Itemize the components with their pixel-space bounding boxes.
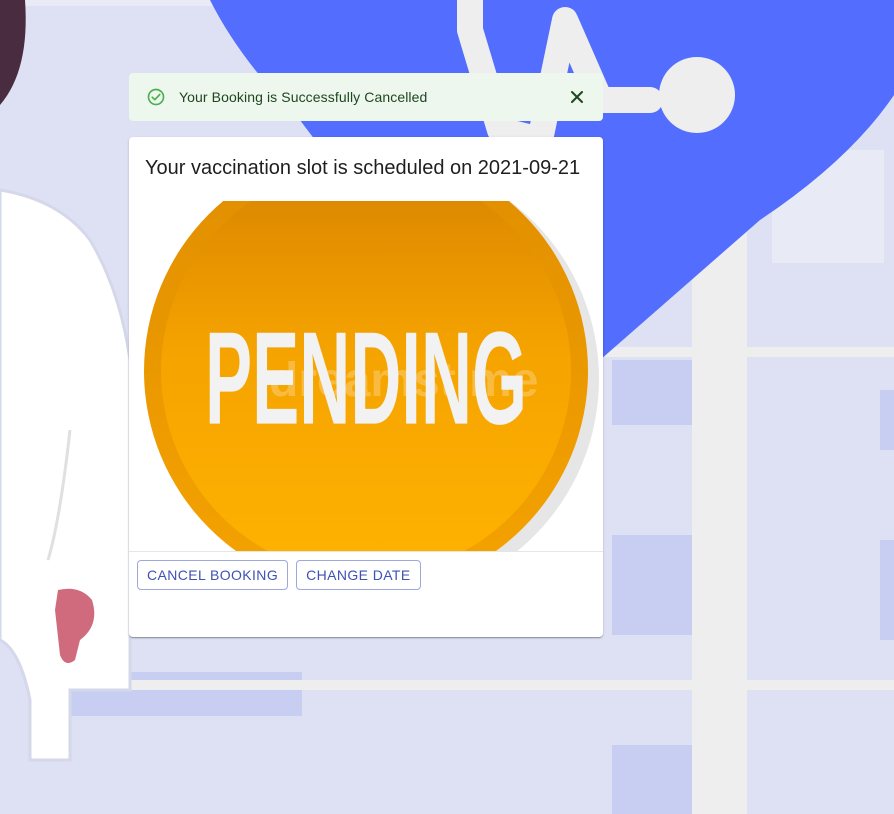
page-background: Your Booking is Successfully Cancelled Y… [0, 0, 894, 814]
close-icon[interactable] [565, 85, 589, 109]
pending-status-image: dreamstime PENDING [129, 201, 603, 552]
card-title: Your vaccination slot is scheduled on 20… [145, 157, 581, 179]
pending-text: PENDING [205, 304, 527, 452]
check-circle-icon [145, 86, 167, 108]
alert-message: Your Booking is Successfully Cancelled [179, 89, 428, 105]
cancel-booking-button[interactable]: CANCEL BOOKING [137, 560, 289, 590]
change-date-button[interactable]: CHANGE DATE [296, 560, 421, 590]
card-actions: CANCEL BOOKING CHANGE DATE [137, 560, 421, 590]
success-alert: Your Booking is Successfully Cancelled [129, 73, 603, 121]
booking-card: Your vaccination slot is scheduled on 20… [129, 137, 603, 637]
